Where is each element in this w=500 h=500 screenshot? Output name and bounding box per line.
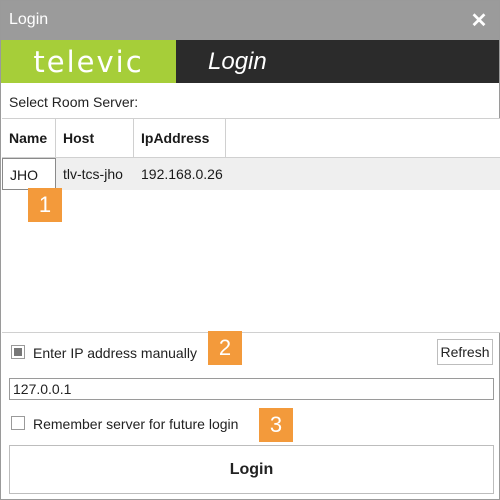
column-header-name[interactable]: Name bbox=[2, 119, 56, 157]
brand-logo: televic bbox=[1, 40, 176, 83]
window-title: Login bbox=[9, 11, 49, 28]
refresh-button[interactable]: Refresh bbox=[437, 339, 493, 365]
callout-badge-2: 2 bbox=[208, 331, 242, 365]
close-icon: ✕ bbox=[470, 10, 488, 32]
ip-address-input[interactable] bbox=[9, 378, 494, 400]
manual-ip-checkbox[interactable] bbox=[11, 345, 25, 359]
callout-badge-1: 1 bbox=[28, 188, 62, 222]
banner-title: Login bbox=[208, 48, 267, 75]
title-bar: Login ✕ bbox=[1, 1, 499, 40]
brand-logo-text: televic bbox=[33, 44, 144, 79]
checkbox-check-mark bbox=[14, 348, 22, 356]
cell-name[interactable]: JHO bbox=[2, 158, 56, 190]
list-header: Name Host IpAddress bbox=[2, 119, 500, 158]
login-window: Login ✕ televic Login Select Room Server… bbox=[0, 0, 500, 500]
column-header-ipaddress[interactable]: IpAddress bbox=[134, 119, 226, 157]
cell-ipaddress[interactable]: 192.168.0.26 bbox=[134, 158, 254, 190]
manual-ip-label[interactable]: Enter IP address manually bbox=[33, 345, 197, 361]
server-list: Name Host IpAddress JHO tlv-tcs-jho 192.… bbox=[2, 118, 500, 333]
login-button[interactable]: Login bbox=[9, 445, 494, 494]
select-server-label: Select Room Server: bbox=[9, 94, 139, 110]
table-row[interactable]: JHO tlv-tcs-jho 192.168.0.26 bbox=[2, 158, 500, 190]
callout-badge-3: 3 bbox=[259, 408, 293, 442]
remember-server-checkbox[interactable] bbox=[11, 416, 25, 430]
column-header-host[interactable]: Host bbox=[56, 119, 134, 157]
remember-server-label[interactable]: Remember server for future login bbox=[33, 416, 238, 432]
close-button[interactable]: ✕ bbox=[459, 1, 499, 40]
header-banner: televic Login bbox=[1, 40, 499, 83]
cell-host[interactable]: tlv-tcs-jho bbox=[56, 158, 134, 190]
